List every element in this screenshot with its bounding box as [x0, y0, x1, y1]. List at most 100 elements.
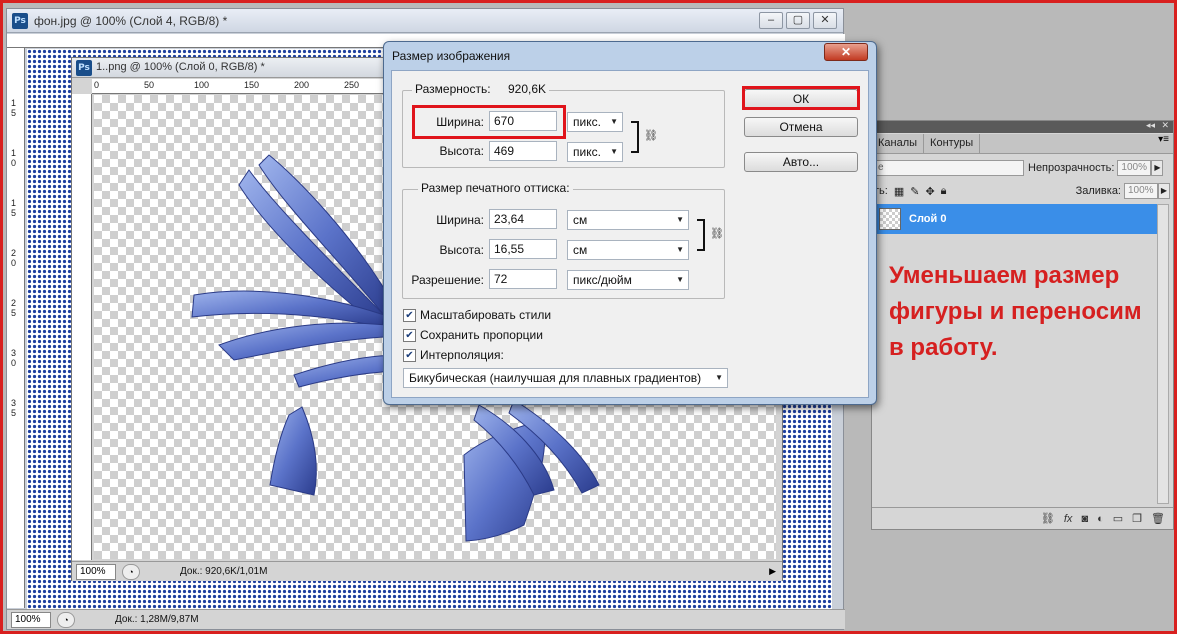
width-unit-select[interactable]: пикс. ▼ — [567, 112, 623, 132]
status-info-icon[interactable]: ◔ — [122, 563, 140, 580]
print-width-label: Ширина: — [436, 213, 484, 227]
resample-method-value: Бикубическая (наилучшая для плавных град… — [409, 371, 702, 385]
print-height-input[interactable]: 16,55 — [489, 239, 557, 259]
print-height-unit-select[interactable]: см ▼ — [567, 240, 689, 260]
annotation-line-1: Уменьшаем размер — [889, 262, 1120, 289]
background-window-titlebar[interactable]: Ps фон.jpg @ 100% (Слой 4, RGB/8) * – ▢ … — [7, 9, 843, 33]
lock-transparency-icon[interactable]: ▦ — [894, 185, 904, 198]
height-unit-select[interactable]: пикс. ▼ — [567, 142, 623, 162]
inner-doc-info: Док.: 920,6K/1,01M — [180, 566, 268, 577]
print-height-unit-value: см — [573, 243, 588, 257]
ruler-label: 1 — [11, 198, 17, 208]
lock-move-icon[interactable]: ✥ — [925, 185, 934, 198]
inner-ruler-vertical — [72, 94, 92, 560]
print-height-label: Высота: — [439, 243, 484, 257]
photoshop-icon: Ps — [76, 60, 92, 76]
ruler-label: 5 — [11, 308, 17, 318]
print-width-unit-value: см — [573, 213, 588, 227]
ruler-label: 0 — [94, 80, 100, 90]
resample-method-select[interactable]: Бикубическая (наилучшая для плавных град… — [403, 368, 728, 388]
collapse-icon[interactable]: ◂◂ — [1146, 120, 1155, 131]
layer-row-selected[interactable]: Слой 0 — [876, 204, 1158, 234]
opacity-label: Непрозрачность: — [1028, 162, 1115, 174]
panel-tabs: Каналы Контуры ▾≡ — [872, 134, 1173, 154]
ok-highlight-box — [742, 86, 860, 110]
dropdown-arrow-icon: ▼ — [610, 147, 618, 156]
resample-checkbox-row[interactable]: ✔ Интерполяция: — [403, 348, 504, 362]
new-layer-icon[interactable]: ❐ — [1132, 512, 1142, 525]
ruler-label: 1 — [11, 148, 17, 158]
width-unit-value: пикс. — [573, 115, 601, 129]
height-input[interactable]: 469 — [489, 141, 557, 161]
dropdown-arrow-icon: ▼ — [676, 275, 684, 284]
pixel-dimensions-value: 920,6K — [507, 82, 547, 96]
close-icon[interactable]: ✕ — [813, 12, 837, 29]
background-doc-info: Док.: 1,28M/9,87M — [115, 614, 199, 625]
status-info-icon[interactable]: ◔ — [57, 611, 75, 628]
lock-brush-icon[interactable]: ✎ — [910, 185, 919, 198]
resolution-input[interactable]: 72 — [489, 269, 557, 289]
ruler-label: 150 — [244, 80, 260, 90]
pixel-dimensions-label: Размерность: 920,6K — [412, 82, 550, 96]
cancel-button[interactable]: Отмена — [744, 117, 858, 137]
auto-button[interactable]: Авто... — [744, 152, 858, 172]
print-width-unit-select[interactable]: см ▼ — [567, 210, 689, 230]
background-zoom-field[interactable]: 100% — [11, 611, 51, 628]
fill-arrow-icon[interactable]: ▶ — [1158, 183, 1170, 199]
ruler-label: 3 — [11, 348, 17, 358]
tab-channels[interactable]: Каналы — [872, 134, 925, 153]
ruler-label: 3 — [11, 398, 17, 408]
constrain-checkbox-row[interactable]: ✔ Сохранить пропорции — [403, 328, 543, 342]
ruler-label: 200 — [294, 80, 310, 90]
height-unit-value: пикс. — [573, 145, 601, 159]
constrain-label: Сохранить пропорции — [420, 328, 543, 342]
dialog-body: Размерность: 920,6K Ширина: 670 пикс. ▼ В… — [391, 70, 869, 398]
dialog-close-button[interactable]: ✕ — [824, 43, 868, 61]
scale-styles-checkbox[interactable]: ✔ — [403, 308, 416, 322]
dialog-title: Размер изображения — [392, 49, 511, 63]
scale-styles-checkbox-row[interactable]: ✔ Масштабировать стили — [403, 308, 551, 322]
trash-icon[interactable]: 🗑︎ — [1151, 512, 1165, 525]
folder-icon[interactable]: ▭ — [1113, 512, 1123, 525]
layer-name: Слой 0 — [909, 213, 947, 225]
inner-status-bar: 100% ◔ Док.: 920,6K/1,01M ▶ — [72, 561, 782, 581]
resample-checkbox[interactable]: ✔ — [403, 348, 416, 362]
pixel-dimensions-caption: Размерность: — [415, 82, 491, 96]
ruler-label: 2 — [11, 248, 17, 258]
resolution-label: Разрешение: — [411, 273, 484, 287]
adjustment-icon[interactable]: ◐ — [1097, 513, 1104, 525]
status-arrow-icon[interactable]: ▶ — [769, 566, 776, 577]
fx-icon[interactable]: fx — [1064, 513, 1073, 525]
ruler-label: 250 — [344, 80, 360, 90]
fill-label: Заливка: — [1075, 185, 1121, 197]
fill-field[interactable]: 100% — [1124, 183, 1158, 199]
maximize-icon[interactable]: ▢ — [786, 12, 810, 29]
resolution-unit-select[interactable]: пикс/дюйм ▼ — [567, 270, 689, 290]
lock-all-icon[interactable]: 🔒︎ — [941, 185, 947, 198]
dropdown-arrow-icon: ▼ — [610, 117, 618, 126]
opacity-arrow-icon[interactable]: ▶ — [1151, 160, 1164, 176]
opacity-field[interactable]: 100% — [1117, 160, 1152, 176]
print-width-input[interactable]: 23,64 — [489, 209, 557, 229]
ruler-label: 0 — [11, 158, 17, 168]
constrain-checkbox[interactable]: ✔ — [403, 328, 416, 342]
window-controls: – ▢ ✕ — [759, 12, 837, 29]
minimize-icon[interactable]: – — [759, 12, 783, 29]
inner-window-title: 1..png @ 100% (Слой 0, RGB/8) * — [96, 61, 265, 73]
panel-menu-icon[interactable]: ▾≡ — [1158, 134, 1169, 153]
photoshop-icon: Ps — [12, 13, 28, 29]
pixel-link-bracket — [631, 121, 639, 153]
blend-mode-select[interactable]: e — [874, 160, 1024, 176]
inner-zoom-field[interactable]: 100% — [76, 563, 116, 580]
ruler-label: 2 — [11, 298, 17, 308]
panel-header-strip: ◂◂ ✕ — [872, 120, 1173, 133]
dropdown-arrow-icon: ▼ — [676, 215, 684, 224]
ruler-label: 100 — [194, 80, 210, 90]
link-icon[interactable]: ⛓ — [1041, 512, 1055, 525]
tab-paths[interactable]: Контуры — [924, 134, 981, 153]
mask-icon[interactable]: ◙ — [1081, 513, 1088, 525]
close-panel-icon[interactable]: ✕ — [1161, 120, 1169, 131]
ruler-label: 1 — [11, 98, 17, 108]
ruler-label: 0 — [11, 358, 17, 368]
lock-fill-row: ть: ▦ ✎ ✥ 🔒︎ Заливка: 100% ▶ — [872, 179, 1173, 203]
